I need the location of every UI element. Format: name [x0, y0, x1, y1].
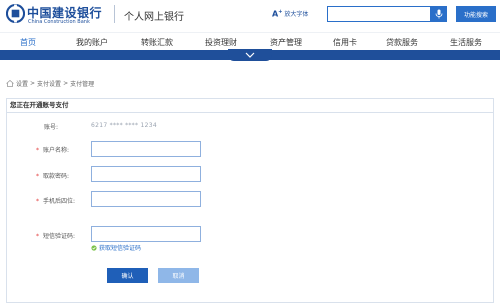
required-mark: * — [36, 198, 39, 205]
logo-divider — [114, 5, 115, 23]
account-name-label-text: 账户名称: — [43, 147, 70, 154]
nav-transfer[interactable]: 转账汇款 — [141, 37, 173, 48]
nav-loan-services[interactable]: 贷款服务 — [386, 37, 418, 48]
breadcrumb-item-payment-settings[interactable]: 支付设置 — [37, 79, 61, 88]
breadcrumb-item-settings[interactable]: 设置 — [16, 79, 28, 88]
confirm-button[interactable]: 确认 — [107, 268, 148, 283]
account-number-value: 6217 **** **** 1234 — [91, 122, 157, 129]
enlarge-font-button[interactable]: A+ 放大字体 — [272, 9, 308, 19]
get-sms-code-link[interactable]: 获取短信验证码 — [91, 243, 141, 252]
payment-form-panel: 您正在开通账号支付 — [6, 98, 494, 303]
enlarge-font-label: 放大字体 — [284, 11, 309, 19]
bank-logo[interactable]: 中国建设银行 China Construction Bank — [6, 4, 122, 28]
breadcrumb-separator: > — [30, 80, 36, 87]
cancel-button[interactable]: 取消 — [158, 268, 199, 283]
breadcrumb: 设置 > 支付设置 > 支付管理 — [6, 79, 94, 88]
phone-last-four-field[interactable] — [91, 191, 201, 207]
nav-asset-management[interactable]: 资产管理 — [270, 37, 302, 48]
nav-investment[interactable]: 投资理财 — [205, 37, 237, 48]
panel-title: 您正在开通账号支付 — [7, 99, 493, 113]
withdrawal-password-label: * 取款密码: — [36, 171, 69, 180]
required-mark: * — [36, 173, 39, 180]
phone-last-four-label-text: 手机后四位: — [43, 198, 76, 205]
required-mark: * — [36, 147, 39, 154]
nav-my-account[interactable]: 我的账户 — [76, 37, 108, 48]
voice-search-button[interactable] — [431, 6, 447, 22]
main-nav: 首页 我的账户 转账汇款 投资理财 资产管理 信用卡 贷款服务 生活服务 — [0, 32, 500, 50]
get-sms-code-label: 获取短信验证码 — [99, 245, 142, 252]
site-subtitle: 个人网上银行 — [124, 12, 184, 23]
font-size-icon: A+ — [272, 9, 283, 19]
microphone-icon — [435, 9, 443, 19]
withdrawal-password-field[interactable] — [91, 166, 201, 182]
search-box — [327, 6, 432, 23]
ccb-logo-icon — [6, 4, 25, 23]
chevron-down-icon — [245, 52, 255, 58]
logo-english-name: China Construction Bank — [28, 19, 90, 25]
nav-credit-card[interactable]: 信用卡 — [333, 37, 357, 48]
account-name-field[interactable] — [91, 141, 201, 157]
breadcrumb-item-payment-management: 支付管理 — [70, 81, 95, 88]
sms-code-label-text: 短信验证码: — [43, 233, 76, 240]
nav-life-services[interactable]: 生活服务 — [450, 37, 482, 48]
phone-last-four-label: * 手机后四位: — [36, 196, 75, 205]
account-label: 账号: — [44, 124, 59, 131]
sms-code-field[interactable] — [91, 226, 201, 242]
required-mark: * — [36, 233, 39, 240]
function-search-button[interactable]: 功能搜索 — [456, 6, 496, 22]
header: 中国建设银行 China Construction Bank 个人网上银行 A+… — [0, 0, 500, 32]
home-icon — [6, 80, 14, 87]
sms-status-icon — [91, 244, 97, 251]
breadcrumb-separator: > — [63, 80, 69, 87]
withdrawal-password-label-text: 取款密码: — [43, 173, 70, 180]
search-input[interactable] — [328, 7, 432, 23]
nav-home[interactable]: 首页 — [20, 37, 36, 48]
account-name-label: * 账户名称: — [36, 145, 69, 154]
sms-code-label: * 短信验证码: — [36, 231, 75, 240]
expand-menu-button[interactable] — [228, 49, 272, 61]
